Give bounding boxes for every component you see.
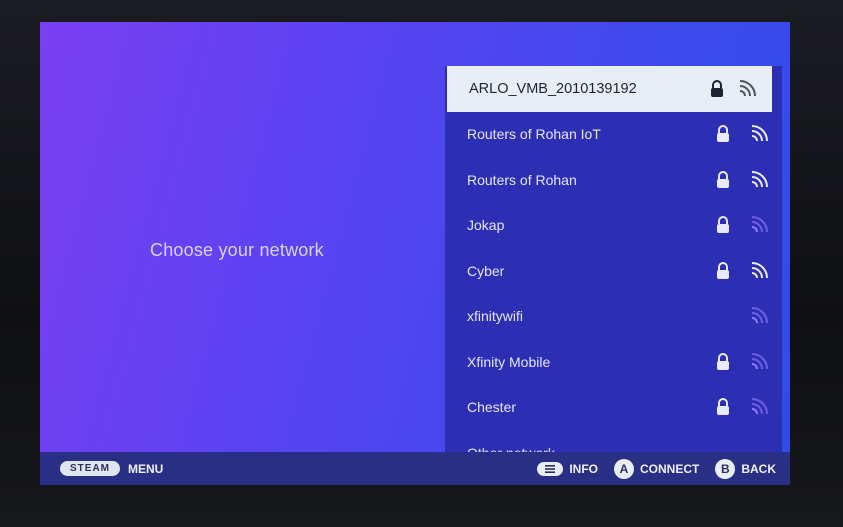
network-name: Jokap [467, 217, 505, 234]
wifi-signal-icon [751, 170, 768, 187]
network-name: Cyber [467, 262, 505, 279]
wifi-signal-icon [751, 261, 768, 278]
menu-label: MENU [128, 461, 164, 476]
network-list: ARLO_VMB_2010139192 Routers of Rohan IoT… [445, 66, 782, 456]
network-item[interactable]: Jokap [445, 203, 782, 249]
connect-hint[interactable]: A CONNECT [613, 458, 700, 479]
network-item[interactable]: Routers of Rohan [445, 157, 782, 203]
button-hints: INFO A CONNECT B BACK [521, 452, 776, 485]
wifi-signal-icon [751, 125, 768, 142]
footer-bar: STEAM MENU INFO A CONNECT B BACK [40, 452, 790, 485]
wifi-signal-icon [751, 398, 768, 415]
wifi-signal-icon [739, 79, 756, 96]
lock-icon [717, 170, 729, 188]
connect-label: CONNECT [639, 461, 700, 476]
lock-icon [717, 125, 729, 143]
network-item[interactable]: xfinitywifi [445, 294, 782, 340]
lock-icon [717, 216, 729, 234]
info-hint[interactable]: INFO [537, 461, 598, 476]
wifi-signal-icon [751, 216, 768, 233]
network-name: Xfinity Mobile [467, 353, 551, 370]
lock-icon [717, 352, 729, 370]
network-name: Chester [467, 399, 517, 416]
lock-icon [717, 398, 729, 416]
page-title: Choose your network [150, 240, 324, 260]
wifi-signal-icon [751, 307, 768, 324]
wifi-signal-icon [751, 352, 768, 369]
network-name: ARLO_VMB_2010139192 [469, 80, 637, 97]
network-item[interactable]: Xfinity Mobile [445, 339, 782, 385]
lock-icon [717, 261, 729, 279]
network-name: xfinitywifi [467, 308, 524, 325]
menu-lines-icon [537, 461, 564, 476]
network-item[interactable]: Cyber [445, 248, 782, 294]
setup-screen: Choose your network ARLO_VMB_2010139192 … [40, 22, 790, 485]
steam-button[interactable]: STEAM [60, 461, 120, 476]
back-hint[interactable]: B BACK [715, 458, 776, 479]
network-name: Routers of Rohan IoT [467, 126, 601, 143]
info-label: INFO [569, 461, 598, 476]
network-item[interactable]: Routers of Rohan IoT [445, 112, 782, 158]
network-item[interactable]: ARLO_VMB_2010139192 [447, 66, 772, 112]
lock-icon [711, 79, 723, 97]
back-label: BACK [741, 461, 776, 476]
b-button-icon: B [715, 458, 736, 479]
a-button-icon: A [613, 458, 634, 479]
network-item[interactable]: Chester [445, 385, 782, 431]
network-name: Routers of Rohan [467, 171, 577, 188]
